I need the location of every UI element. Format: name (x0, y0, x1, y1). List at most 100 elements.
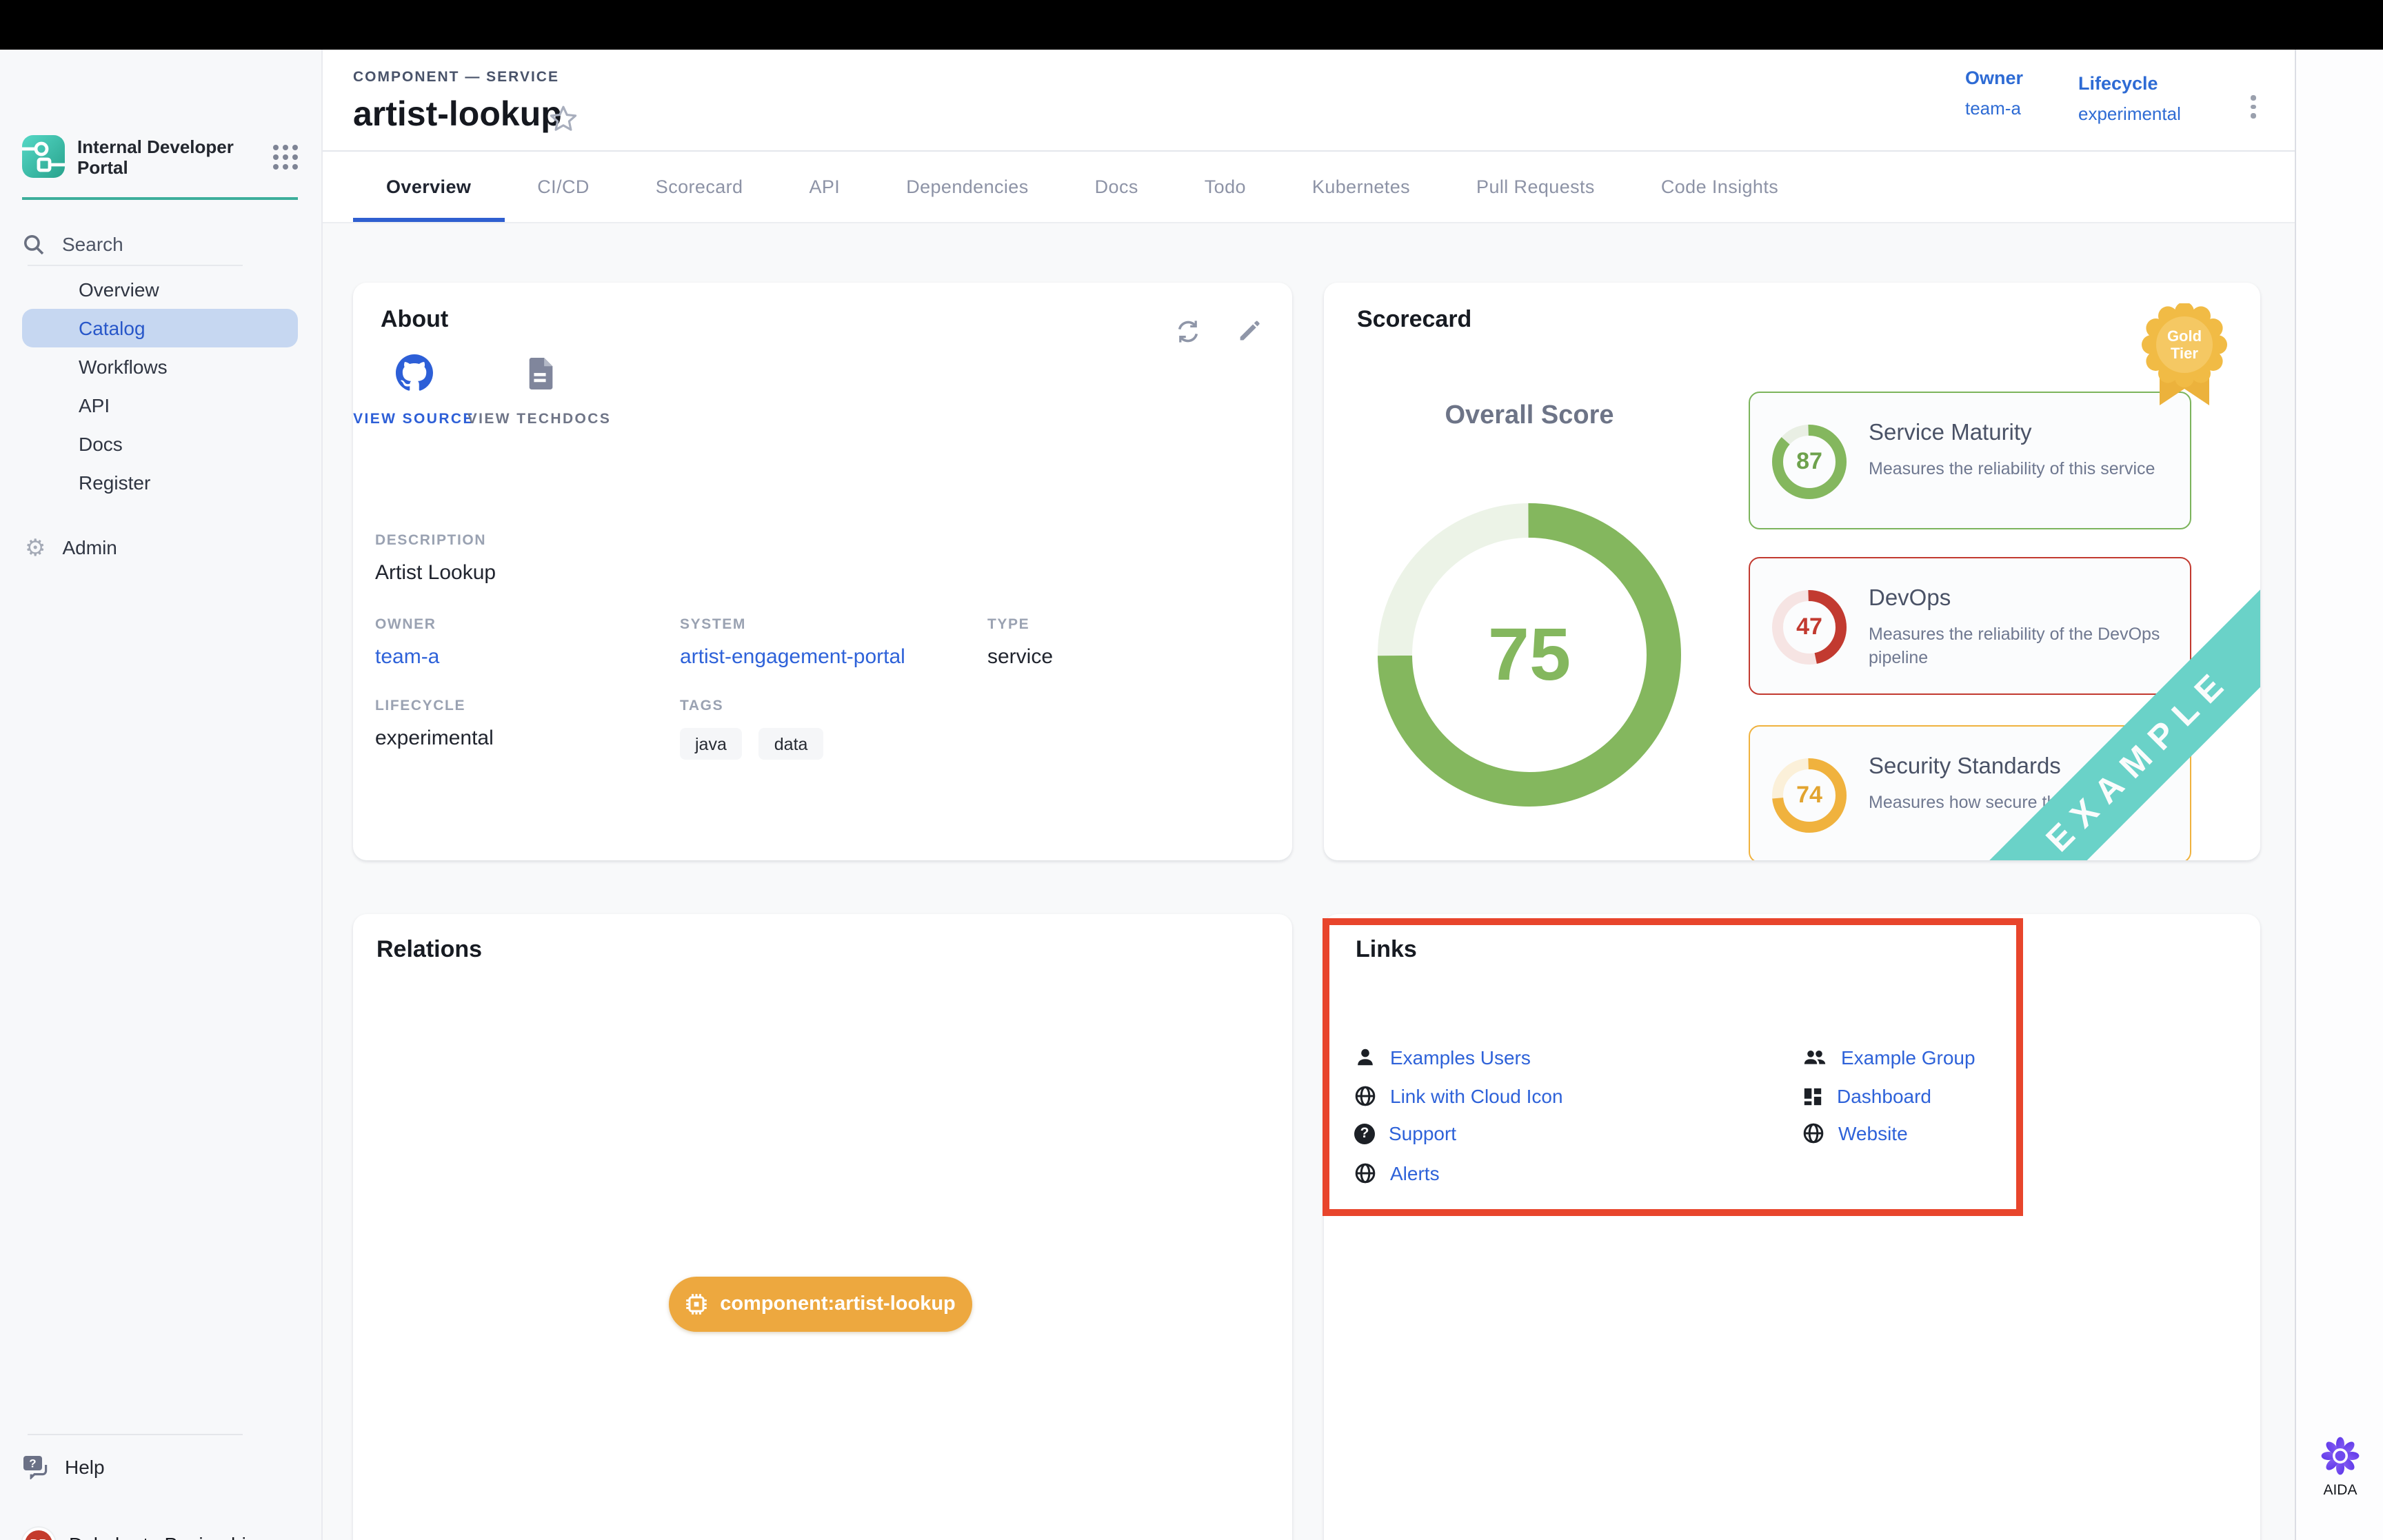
entity-header: COMPONENT — SERVICE artist-lookup Owner … (323, 50, 2295, 152)
tier-name: Security Standards (1869, 754, 2061, 780)
breadcrumb: COMPONENT — SERVICE (353, 69, 559, 85)
service-maturity-gauge: 87 (1772, 425, 1847, 499)
tier-description: Measures the reliability of the DevOps p… (1869, 623, 2169, 670)
header-lifecycle: Lifecycle experimental (2078, 73, 2181, 124)
owner-label: Owner (1965, 68, 2023, 88)
sidebar-item-workflows[interactable]: Workflows (22, 347, 298, 386)
refresh-icon[interactable] (1175, 318, 1201, 345)
gold-tier-badge: Gold Tier (2138, 303, 2231, 411)
tab-pull-requests[interactable]: Pull Requests (1443, 152, 1628, 222)
group-icon (1802, 1046, 1827, 1068)
about-card: About VIEW SOURCE (353, 283, 1292, 860)
user-menu[interactable]: DP Debabrata Panigrahi (22, 1522, 312, 1540)
devops-score: 47 (1772, 590, 1847, 665)
system-field-value[interactable]: artist-engagement-portal (680, 645, 905, 669)
service-maturity-score: 87 (1772, 425, 1847, 499)
tab-kubernetes[interactable]: Kubernetes (1279, 152, 1443, 222)
app-logo-icon (22, 135, 65, 178)
link-support[interactable]: ? Support (1354, 1119, 1456, 1147)
globe-icon (1354, 1162, 1376, 1184)
sidebar-nav: Overview Catalog Workflows API Docs Regi… (22, 270, 298, 502)
brand-underline (22, 197, 298, 200)
devops-gauge: 47 (1772, 590, 1847, 665)
tab-overview[interactable]: Overview (353, 152, 504, 222)
overall-score-label: Overall Score (1391, 401, 1667, 432)
tab-code-insights[interactable]: Code Insights (1628, 152, 1811, 222)
sidebar-item-register[interactable]: Register (22, 463, 298, 502)
lifecycle-label: Lifecycle (2078, 73, 2181, 94)
admin-label: Admin (63, 536, 117, 558)
overall-score-gauge: 75 (1378, 503, 1681, 807)
user-name: Debabrata Panigrahi (69, 1533, 246, 1540)
lifecycle-field-value: experimental (375, 727, 494, 750)
type-field-value: service (987, 645, 1053, 669)
kebab-menu-icon[interactable] (2241, 91, 2266, 122)
sidebar-item-overview[interactable]: Overview (22, 270, 298, 309)
tab-todo[interactable]: Todo (1172, 152, 1279, 222)
aida-flower-icon (2320, 1435, 2361, 1477)
header-owner[interactable]: Owner team-a (1965, 68, 2023, 119)
svg-text:?: ? (29, 1457, 36, 1470)
help-icon: ? (1354, 1123, 1375, 1144)
description-value: Artist Lookup (375, 561, 496, 585)
link-website[interactable]: Website (1802, 1119, 1908, 1147)
tier-card-service-maturity[interactable]: 87 Service Maturity Measures the reliabi… (1749, 392, 2191, 529)
tag-chip[interactable]: java (680, 728, 742, 760)
person-icon (1354, 1046, 1376, 1068)
top-black-bar (0, 0, 2383, 50)
type-field-label: TYPE (987, 616, 1053, 633)
link-examples-users[interactable]: Examples Users (1354, 1044, 1531, 1071)
tab-docs[interactable]: Docs (1062, 152, 1172, 222)
relations-title: Relations (376, 936, 482, 964)
owner-value[interactable]: team-a (1965, 98, 2023, 119)
sidebar-help[interactable]: ? Help (22, 1450, 298, 1483)
link-dashboard[interactable]: Dashboard (1802, 1082, 1931, 1110)
search-icon (22, 232, 46, 256)
owner-field-value[interactable]: team-a (375, 645, 439, 669)
relation-node-component[interactable]: component:artist-lookup (669, 1277, 972, 1332)
security-standards-gauge: 74 (1772, 758, 1847, 833)
sidebar-item-admin[interactable]: ⚙ Admin (22, 528, 298, 567)
link-with-cloud-icon[interactable]: Link with Cloud Icon (1354, 1082, 1563, 1110)
tab-dependencies[interactable]: Dependencies (873, 152, 1061, 222)
link-example-group[interactable]: Example Group (1802, 1044, 1975, 1071)
tab-cicd[interactable]: CI/CD (504, 152, 623, 222)
app-root: Internal Developer Portal Search Overvie… (0, 0, 2383, 1540)
link-alerts[interactable]: Alerts (1354, 1159, 1440, 1187)
sidebar-search[interactable]: Search (22, 225, 298, 263)
links-card: Links Examples Users Link with Cloud Ico… (1324, 914, 2260, 1540)
globe-icon (1802, 1122, 1824, 1144)
chip-icon (685, 1293, 707, 1315)
tier-card-devops[interactable]: 47 DevOps Measures the reliability of th… (1749, 557, 2191, 695)
apps-grid-icon[interactable] (273, 144, 298, 169)
help-label: Help (65, 1456, 105, 1478)
description-label: DESCRIPTION (375, 532, 496, 549)
aida-label: AIDA (2296, 1482, 2383, 1499)
aida-assistant-button[interactable]: AIDA (2296, 1435, 2383, 1499)
security-standards-score: 74 (1772, 758, 1847, 833)
svg-text:Gold: Gold (2167, 327, 2202, 345)
tags-field-label: TAGS (680, 698, 834, 714)
page-title: artist-lookup (353, 95, 562, 135)
view-techdocs-link[interactable]: VIEW TECHDOCS (456, 356, 622, 433)
tier-name: DevOps (1869, 586, 1951, 612)
sidebar-item-catalog[interactable]: Catalog (22, 309, 298, 347)
sidebar: Internal Developer Portal Search Overvie… (0, 50, 323, 1540)
globe-icon (1354, 1085, 1376, 1107)
sidebar-bottom-divider (28, 1434, 243, 1435)
tab-scorecard[interactable]: Scorecard (623, 152, 776, 222)
lifecycle-field-label: LIFECYCLE (375, 698, 494, 714)
overall-score-value: 75 (1378, 503, 1681, 807)
github-icon (395, 354, 432, 392)
tab-api[interactable]: API (776, 152, 873, 222)
tag-chip[interactable]: data (759, 728, 823, 760)
sidebar-item-api[interactable]: API (22, 386, 298, 425)
sidebar-item-docs[interactable]: Docs (22, 425, 298, 463)
edit-pencil-icon[interactable] (1237, 318, 1262, 345)
tier-name: Service Maturity (1869, 421, 2032, 447)
favorite-star-icon[interactable] (549, 105, 578, 132)
app-logo-row[interactable]: Internal Developer Portal (22, 135, 298, 178)
links-title: Links (1356, 936, 1417, 964)
svg-text:Tier: Tier (2171, 345, 2198, 362)
sidebar-divider (28, 265, 243, 266)
